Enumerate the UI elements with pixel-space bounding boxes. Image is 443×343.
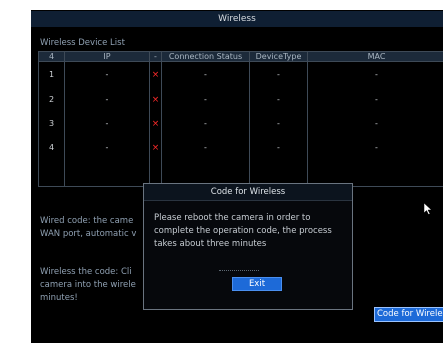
table-header-row: 4 IP - Connection Status DeviceType MAC [38,51,443,62]
device-list-label: Wireless Device List [40,38,125,48]
table-row[interactable]: 1 - × - - - [38,61,443,88]
dialog-message: Please reboot the camera in order to com… [154,212,350,251]
exit-button[interactable]: Exit [232,277,282,291]
connection-status-cell: - [161,111,250,137]
row-number: 2 [38,87,65,112]
table-row[interactable]: 3 - × - - - [38,111,443,137]
window-title: Wireless [31,11,443,27]
wired-code-text: Wired code: the came WAN port, automatic… [40,215,160,241]
table-row[interactable]: 4 - × - - - [38,136,443,161]
column-header-device-type: DeviceType [249,51,308,62]
dialog-message-line: complete the operation code, the process [154,226,332,236]
progress-indicator [219,270,259,272]
column-header-ip: IP [64,51,150,62]
mac-cell: - [307,61,443,88]
x-icon: × [149,61,162,88]
x-icon: × [149,87,162,112]
dialog-title: Code for Wireless [144,184,352,201]
device-type-cell: - [249,111,308,137]
row-number: 3 [38,111,65,137]
device-type-cell: - [249,87,308,112]
mac-cell: - [307,111,443,137]
x-icon: × [149,136,162,161]
table-row[interactable]: 2 - × - - - [38,87,443,112]
column-header-count: 4 [38,51,65,62]
column-header-mac: MAC [307,51,443,62]
code-for-wireless-dialog: Code for Wireless Please reboot the came… [143,183,353,310]
wireless-code-text: Wireless the code: Cli camera into the w… [40,266,160,305]
ip-cell: - [64,87,150,112]
column-header-status-icon: - [149,51,162,62]
connection-status-cell: - [161,136,250,161]
ip-cell: - [64,136,150,161]
connection-status-cell: - [161,61,250,88]
dialog-message-line: Please reboot the camera in order to [154,213,311,223]
wired-code-line: WAN port, automatic v [40,229,137,239]
mac-cell: - [307,136,443,161]
row-number: 1 [38,61,65,88]
nvr-screen: Wireless Wireless Device List 4 IP - Con… [31,10,443,343]
ip-cell: - [64,111,150,137]
wireless-code-line: minutes! [40,293,78,303]
column-header-connection-status: Connection Status [161,51,250,62]
mouse-cursor-icon [424,203,432,215]
device-type-cell: - [249,136,308,161]
device-list-table: 4 IP - Connection Status DeviceType MAC … [38,51,443,187]
connection-status-cell: - [161,87,250,112]
device-type-cell: - [249,61,308,88]
row-number: 4 [38,136,65,161]
wireless-code-line: camera into the wirele [40,280,136,290]
code-for-wireless-button[interactable]: Code for Wireless [374,307,443,322]
ip-cell: - [64,61,150,88]
x-icon: × [149,111,162,137]
wired-code-line: Wired code: the came [40,216,134,226]
dialog-message-line: takes about three minutes [154,239,267,249]
mac-cell: - [307,87,443,112]
wireless-code-line: Wireless the code: Cli [40,267,132,277]
